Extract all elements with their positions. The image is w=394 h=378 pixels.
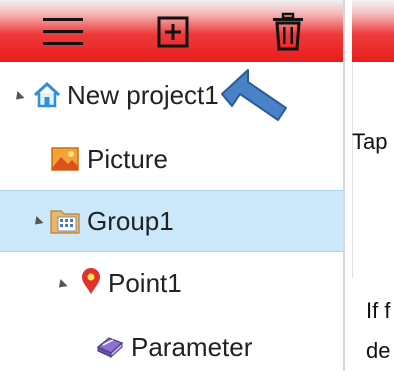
trash-icon xyxy=(273,12,303,51)
tree-item-label: New project1 xyxy=(67,80,219,110)
tree-item-label: Picture xyxy=(87,144,168,174)
tree-item-new-project1[interactable]: New project1 xyxy=(0,66,343,128)
parameter-icon xyxy=(96,337,124,359)
home-icon xyxy=(33,81,61,108)
tree-item-label: Group1 xyxy=(87,206,174,236)
side-text-tap: Tap xyxy=(352,129,388,154)
group-folder-icon xyxy=(50,210,80,234)
expand-caret-icon[interactable] xyxy=(31,215,44,229)
location-pin-icon xyxy=(82,268,100,294)
add-square-icon xyxy=(157,16,189,48)
picture-icon xyxy=(51,147,79,171)
tree-item-picture[interactable]: Picture xyxy=(0,128,343,190)
tree-item-point1[interactable]: Point1 xyxy=(0,252,343,314)
tree-item-label: Point1 xyxy=(108,268,182,298)
add-button[interactable] xyxy=(148,10,198,54)
tree-item-label: Parameter xyxy=(131,332,253,362)
side-text-if: If f xyxy=(366,298,391,323)
expand-caret-icon[interactable] xyxy=(12,90,25,104)
menu-button[interactable] xyxy=(38,10,88,54)
right-toolbar-strip xyxy=(352,0,394,62)
tree-item-parameter[interactable]: Parameter xyxy=(0,316,343,378)
pointer-arrow-icon xyxy=(221,69,287,121)
menu-icon xyxy=(43,18,83,45)
toolbar xyxy=(0,0,343,62)
tree-item-group1[interactable]: Group1 xyxy=(0,190,343,252)
expand-caret-icon[interactable] xyxy=(55,278,68,292)
side-text-de: de xyxy=(366,338,391,363)
panel-divider[interactable] xyxy=(343,0,345,371)
delete-button[interactable] xyxy=(263,10,313,54)
